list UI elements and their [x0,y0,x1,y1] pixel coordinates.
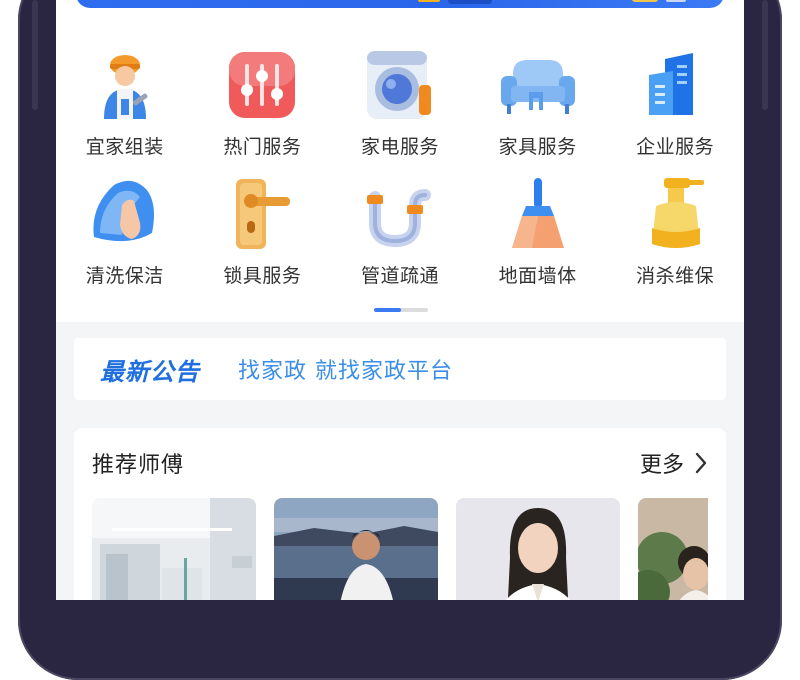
top-banner[interactable] [76,0,724,8]
more-link[interactable]: 更多 [640,447,708,479]
service-label: 消杀维保 [636,265,715,287]
photo-woman-portrait[interactable] [456,498,620,600]
service-label: 管道疏通 [360,265,439,287]
more-label: 更多 [639,453,684,478]
service-label: 锁具服务 [223,265,302,287]
photo-man-seaside[interactable] [274,498,438,600]
announcement-text[interactable]: 找家政 就找家政平台 [238,353,453,385]
service-pipe[interactable]: 管道疏通 [331,175,469,290]
service-disinfection[interactable]: 消杀维保 [606,175,744,290]
section-title: 推荐师傅 [92,453,185,478]
spray-bottle-icon [636,175,714,253]
pipe-icon [361,175,439,253]
announcement-tag: 最新公告 [100,357,200,386]
service-floor-wall[interactable]: 地面墙体 [469,175,607,290]
service-furniture[interactable]: 家具服务 [469,46,607,161]
recommended-workers-card: 推荐师傅 更多 [74,428,726,600]
photo-person-plants[interactable] [638,498,708,600]
chevron-right-icon [695,452,707,474]
service-label: 宜家组装 [85,136,164,158]
recommended-header: 推荐师傅 更多 [74,428,726,498]
service-label: 热门服务 [223,136,302,158]
broom-icon [499,175,577,253]
banner-deco [448,0,492,4]
worker-photo-row [92,498,708,600]
page-indicator[interactable] [374,308,428,312]
service-cleaning[interactable]: 清洗保洁 [56,175,194,290]
service-popular[interactable]: 热门服务 [194,46,332,161]
door-lock-icon [223,175,301,253]
sliders-icon [223,46,301,124]
service-lock[interactable]: 锁具服务 [194,175,332,290]
page-indicator-active [374,308,401,312]
building-icon [636,46,714,124]
service-appliance[interactable]: 家电服务 [331,46,469,161]
worker-icon [86,46,164,124]
service-enterprise[interactable]: 企业服务 [606,46,744,161]
washing-machine-icon [361,46,439,124]
banner-deco [632,0,658,2]
cleaning-cloth-icon [86,175,164,253]
services-grid: 宜家组装 热门服务 家电服务 家具服务 企业服务 清洗保洁 锁具服务 管道疏通 … [56,46,744,290]
side-button-right [762,0,768,110]
service-label: 地面墙体 [498,265,577,287]
service-ikea-assembly[interactable]: 宜家组装 [56,46,194,161]
service-label: 企业服务 [636,136,715,158]
app-screen: 宜家组装 热门服务 家电服务 家具服务 企业服务 清洗保洁 锁具服务 管道疏通 … [56,0,744,600]
sofa-icon [499,46,577,124]
banner-deco [418,0,440,2]
banner-deco [666,0,686,2]
announcement-bar[interactable]: 最新公告 找家政 就找家政平台 [74,338,726,400]
service-label: 家电服务 [360,136,439,158]
photo-interior[interactable] [92,498,256,600]
service-label: 清洗保洁 [85,265,164,287]
side-button-left [32,0,38,110]
service-label: 家具服务 [498,136,577,158]
